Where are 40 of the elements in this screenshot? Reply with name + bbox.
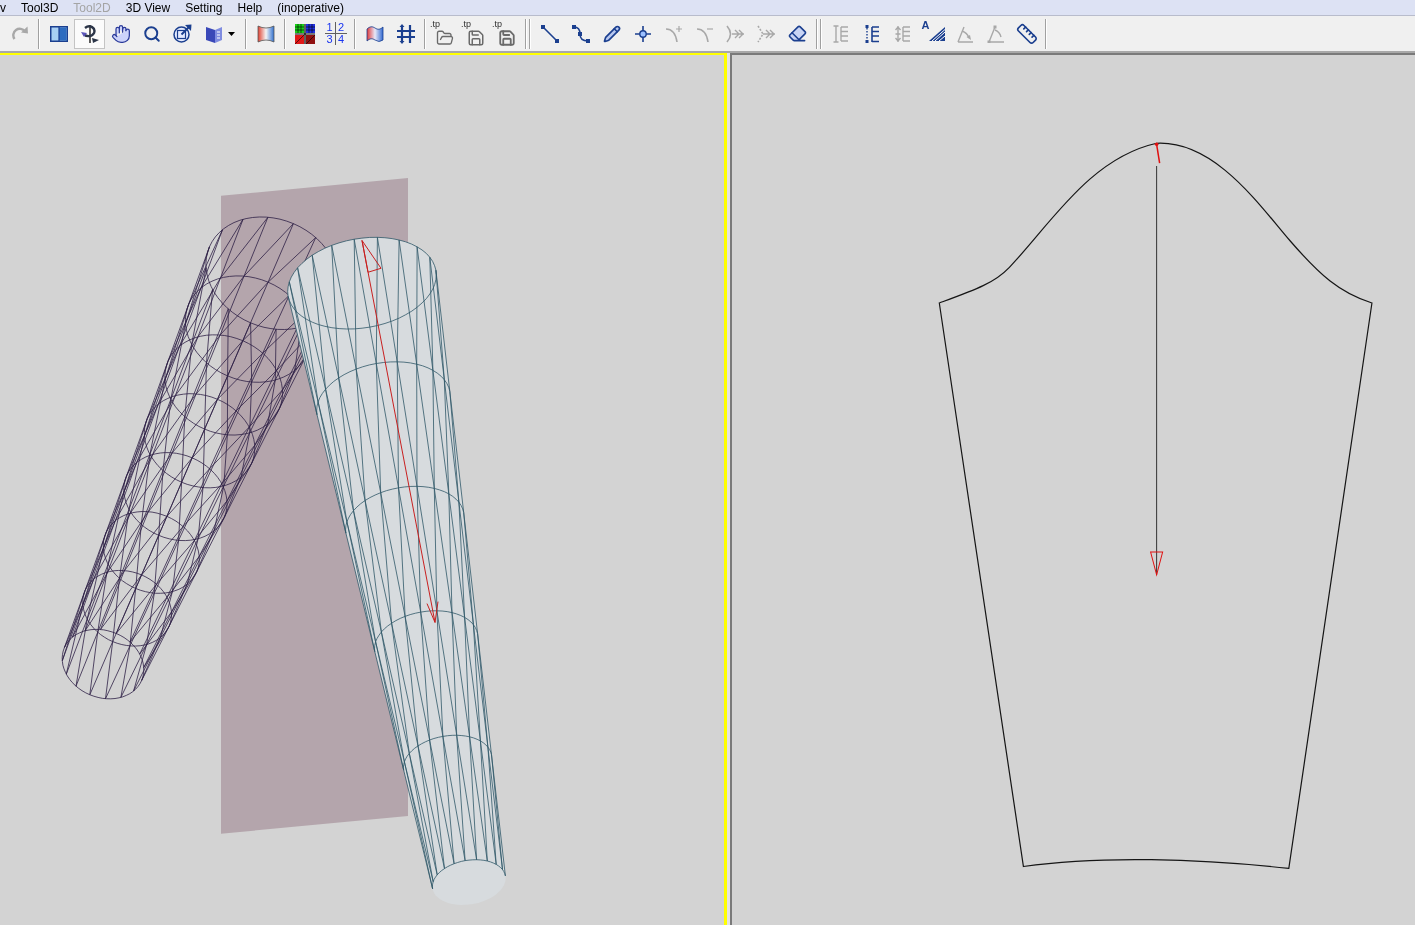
search-icon (142, 24, 161, 43)
notch-marker (1154, 142, 1161, 164)
save-as-button[interactable]: .tp (491, 18, 522, 49)
rotate-arrows-icon (79, 23, 100, 44)
menu-item[interactable]: Help (237, 0, 263, 15)
curved-arrow-icon (11, 25, 28, 42)
menu-item[interactable]: Setting (185, 0, 223, 15)
flag-icon (365, 24, 384, 43)
curve-plus-icon (664, 24, 683, 43)
line-segment-icon (540, 24, 559, 43)
grid-icon (395, 23, 416, 44)
block-icon (205, 24, 223, 43)
curved-panel-icon (256, 24, 275, 43)
layout-button[interactable]: 1 2 3 4 (320, 18, 351, 49)
angle-arc-icon (986, 24, 1005, 43)
menu-item[interactable]: (inoperative) (277, 0, 344, 15)
hatched-triangle-icon (929, 26, 946, 41)
caret-icon[interactable] (228, 31, 235, 36)
curve-icon (571, 24, 590, 43)
hand-icon (110, 23, 131, 44)
rotate-button[interactable] (74, 18, 105, 49)
menu-item[interactable]: Tool3D (21, 0, 59, 15)
dimension-lines-icon (832, 24, 849, 43)
menu-item[interactable]: 3D View (125, 0, 171, 15)
arc-arrows-icon (756, 24, 777, 43)
eraser-icon (788, 24, 807, 43)
dimension-lines-icon (894, 24, 911, 43)
menu-item[interactable]: v (0, 0, 6, 15)
arc-arrows-icon (725, 24, 746, 43)
hatch-button[interactable]: A (918, 18, 949, 49)
color-grid-icon (294, 23, 315, 44)
ruler-icon (1015, 22, 1038, 45)
crosshair-icon (634, 25, 651, 42)
angle-arc-icon (955, 24, 974, 43)
dotted-dimension-icon (863, 24, 880, 43)
save-button[interactable]: .tp (460, 18, 491, 49)
open-button[interactable]: .tp (429, 18, 460, 49)
split-panel-icon (49, 25, 68, 42)
folder-icon (435, 29, 454, 47)
pencil-icon (602, 24, 621, 43)
